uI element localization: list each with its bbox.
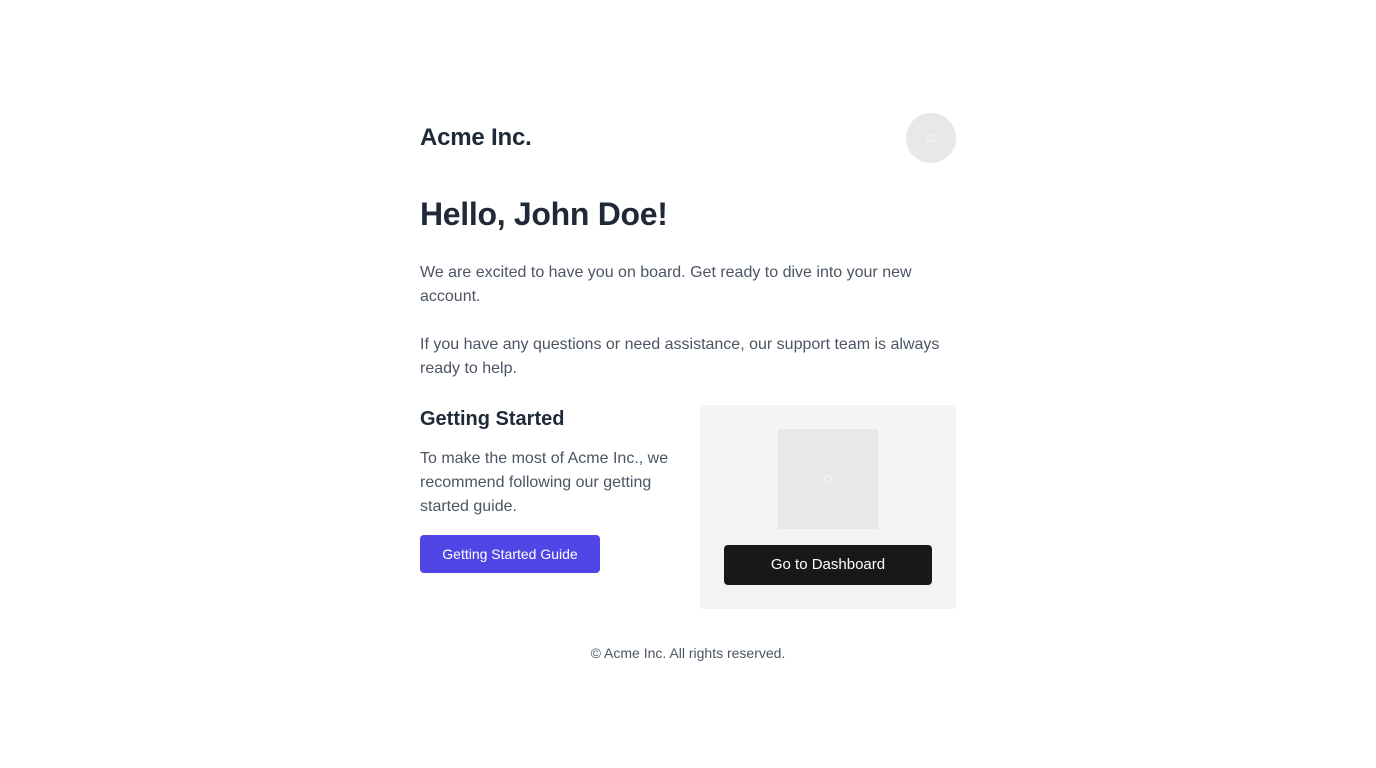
dashboard-card: Go to Dashboard xyxy=(700,405,956,609)
email-header: Acme Inc. xyxy=(420,113,956,163)
footer-copyright: © Acme Inc. All rights reserved. xyxy=(590,645,786,661)
email-container: Acme Inc. Hello, John Doe! We are excite… xyxy=(420,113,956,663)
welcome-paragraph: We are excited to have you on board. Get… xyxy=(420,264,912,305)
image-placeholder-icon xyxy=(927,134,935,142)
getting-started-text: To make the most of Acme Inc., we recomm… xyxy=(420,450,669,515)
card-image xyxy=(778,429,878,529)
avatar xyxy=(906,113,956,163)
getting-started-title: Getting Started xyxy=(420,408,565,430)
greeting-heading: Hello, John Doe! xyxy=(420,196,668,232)
brand-name: Acme Inc. xyxy=(420,124,532,151)
getting-started-guide-button[interactable]: Getting Started Guide xyxy=(420,535,600,573)
content-row: Getting Started To make the most of Acme… xyxy=(420,405,956,609)
getting-started-section: Getting Started To make the most of Acme… xyxy=(420,405,676,609)
support-paragraph: If you have any questions or need assist… xyxy=(420,336,940,377)
image-placeholder-icon xyxy=(824,475,832,483)
go-to-dashboard-button[interactable]: Go to Dashboard xyxy=(724,545,932,585)
